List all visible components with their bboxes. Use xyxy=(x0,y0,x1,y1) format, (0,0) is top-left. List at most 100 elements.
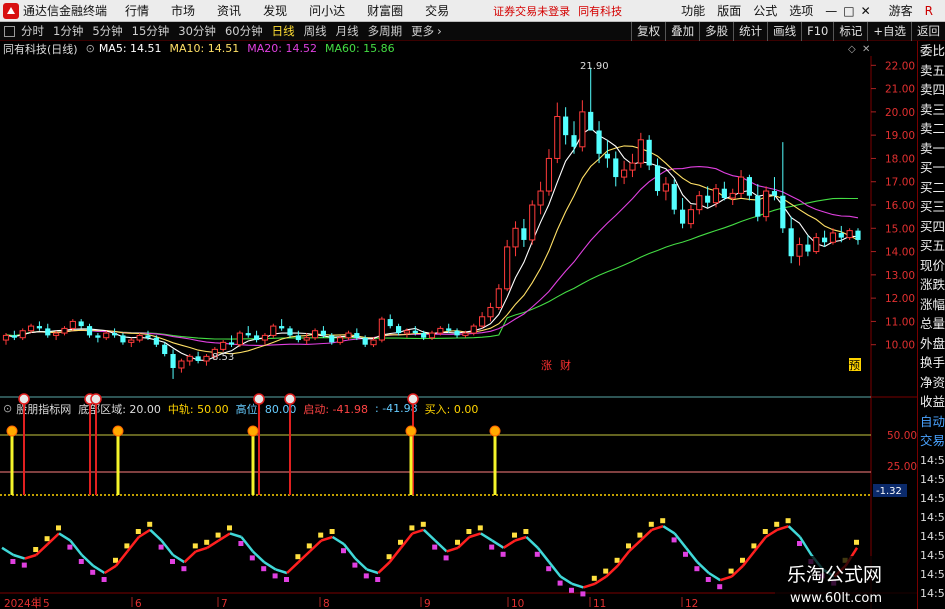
oscillator-line xyxy=(446,546,459,553)
time-axis-label: 2024年 xyxy=(4,597,41,609)
price-axis-label: 18.00 xyxy=(885,153,915,165)
price-axis-label: 14.00 xyxy=(885,247,915,259)
candle-body xyxy=(195,356,201,361)
side-turnover[interactable]: 换手 xyxy=(918,353,945,373)
menu-item-news[interactable]: 资讯 xyxy=(217,2,241,19)
menu-item-discover[interactable]: 发现 xyxy=(263,2,287,19)
menu-item-formula[interactable]: 公式 xyxy=(753,2,777,19)
candle-body xyxy=(337,337,344,343)
side-sell4[interactable]: 卖四 xyxy=(918,80,945,100)
side-change[interactable]: 涨跌 xyxy=(918,275,945,295)
period-intraday[interactable]: 分时 xyxy=(21,23,44,39)
oscillator-dot xyxy=(432,544,438,550)
close-chart-icon[interactable]: ✕ xyxy=(862,44,870,55)
oscillator-dot xyxy=(455,539,460,545)
period-30min[interactable]: 30分钟 xyxy=(178,23,216,39)
side-auto[interactable]: 自动 xyxy=(918,412,945,432)
tool-multi-stock[interactable]: 多股 xyxy=(699,21,733,41)
tool-mark[interactable]: 标记 xyxy=(833,21,867,41)
ma10-line xyxy=(5,145,859,355)
period-1min[interactable]: 1分钟 xyxy=(53,23,83,39)
candle-body xyxy=(545,157,553,192)
time-axis-label: 7 xyxy=(221,598,228,609)
side-pct[interactable]: 涨幅 xyxy=(918,295,945,315)
oscillator-dot xyxy=(854,539,859,545)
oscillator-dot xyxy=(443,555,449,561)
more-chevron-icon[interactable]: › xyxy=(437,24,442,38)
menu-item-trade[interactable]: 交易 xyxy=(425,2,449,19)
watermark-title: 乐淘公式网 xyxy=(787,564,882,586)
tag-yu[interactable]: 预 xyxy=(849,359,860,372)
side-order-ratio[interactable]: 委比 xyxy=(918,41,945,61)
menu-item-quotes[interactable]: 行情 xyxy=(125,2,149,19)
oscillator-dot xyxy=(204,539,210,545)
candle-body xyxy=(846,230,853,239)
candle-body xyxy=(11,335,17,338)
menu-item-ask[interactable]: 问小达 xyxy=(309,2,345,19)
candle-body xyxy=(437,327,444,334)
oscillator-dot xyxy=(512,532,517,538)
side-sell3[interactable]: 卖三 xyxy=(918,100,945,120)
period-5min[interactable]: 5分钟 xyxy=(92,23,122,39)
side-earnings[interactable]: 收益 xyxy=(918,392,945,412)
tag-zhang[interactable]: 涨 xyxy=(541,359,552,372)
candle-body xyxy=(245,333,251,336)
menu-item-wealth[interactable]: 财富圈 xyxy=(367,2,403,19)
period-multi[interactable]: 多周期 xyxy=(368,23,403,39)
period-more[interactable]: 更多 xyxy=(411,23,434,39)
tool-f10[interactable]: F10 xyxy=(801,21,833,41)
side-netasset[interactable]: 净资 xyxy=(918,373,945,393)
side-trade[interactable]: 交易 xyxy=(918,431,945,451)
side-volume[interactable]: 总量 xyxy=(918,314,945,334)
menu-item-options[interactable]: 选项 xyxy=(789,2,813,19)
period-weekly[interactable]: 周线 xyxy=(304,23,327,39)
candle-body xyxy=(537,190,544,206)
menu-item-market[interactable]: 市场 xyxy=(171,2,195,19)
close-icon[interactable]: ✕ xyxy=(861,4,871,18)
side-buy5[interactable]: 买五 xyxy=(918,236,945,256)
restore-icon[interactable]: □ xyxy=(843,4,854,18)
kline-chart[interactable]: 22.00 21.00 20.00 19.00 18.00 17.00 16.00 15.00… xyxy=(0,41,917,609)
oscillator-dot xyxy=(683,551,688,557)
period-60min[interactable]: 60分钟 xyxy=(225,23,263,39)
side-buy2[interactable]: 买二 xyxy=(918,178,945,198)
settings-diamond-icon[interactable]: ◇ xyxy=(848,44,856,55)
side-buy1[interactable]: 买一 xyxy=(918,158,945,178)
candle-body xyxy=(805,244,811,252)
candle-body xyxy=(487,306,494,318)
period-monthly[interactable]: 月线 xyxy=(336,23,359,39)
tool-stats[interactable]: 统计 xyxy=(733,21,767,41)
oscillator-line xyxy=(1,546,15,557)
tool-add-watchlist[interactable]: +自选 xyxy=(867,21,911,41)
tool-back[interactable]: 返回 xyxy=(911,21,945,41)
side-buy3[interactable]: 买三 xyxy=(918,197,945,217)
side-sell2[interactable]: 卖二 xyxy=(918,119,945,139)
candle-body xyxy=(813,237,820,253)
menu-item-layout[interactable]: 版面 xyxy=(717,2,741,19)
tag-cai[interactable]: 财 xyxy=(560,358,571,372)
menu-item-function[interactable]: 功能 xyxy=(681,2,705,19)
period-daily[interactable]: 日线 xyxy=(272,23,295,39)
oscillator-dot xyxy=(386,554,392,560)
minimize-icon[interactable]: — xyxy=(825,4,837,18)
price-axis-label: 22.00 xyxy=(885,60,915,72)
tool-overlay[interactable]: 叠加 xyxy=(665,21,699,41)
side-price[interactable]: 现价 xyxy=(918,256,945,276)
side-sell1[interactable]: 卖一 xyxy=(918,139,945,159)
side-outer[interactable]: 外盘 xyxy=(918,334,945,354)
side-buy4[interactable]: 买四 xyxy=(918,217,945,237)
guest-user[interactable]: 游客 xyxy=(889,2,913,19)
period-15min[interactable]: 15分钟 xyxy=(132,23,170,39)
time-axis-label: 12 xyxy=(685,598,698,609)
candle-body xyxy=(153,337,159,345)
candle-body xyxy=(755,195,761,217)
side-sell5[interactable]: 卖五 xyxy=(918,61,945,81)
candle-body xyxy=(45,328,51,336)
oscillator-dot xyxy=(101,577,107,582)
watermark-url: www.60lt.com xyxy=(790,591,882,606)
login-notice[interactable]: 证券交易未登录 xyxy=(493,3,570,19)
panel-toggle-icon[interactable] xyxy=(4,25,15,37)
tool-adjust[interactable]: 复权 xyxy=(631,21,665,41)
tool-draw[interactable]: 画线 xyxy=(767,21,801,41)
oscillator-line xyxy=(480,532,493,542)
